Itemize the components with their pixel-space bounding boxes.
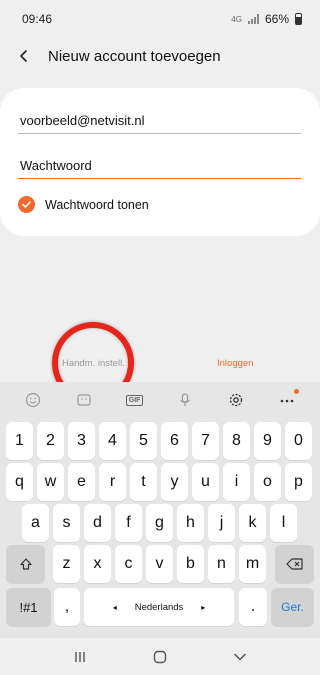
keyboard-row-top: qwertyuiop	[0, 463, 320, 501]
key-j[interactable]: j	[208, 504, 235, 542]
space-left-arrow: ◂	[112, 602, 117, 612]
page-title: Nieuw account toevoegen	[48, 47, 221, 65]
key-z[interactable]: z	[53, 545, 80, 583]
key-d[interactable]: d	[84, 504, 111, 542]
key-u[interactable]: u	[192, 463, 219, 501]
enter-key[interactable]: Ger.	[271, 588, 314, 626]
notification-dot	[293, 389, 299, 394]
gif-label: GIF	[125, 394, 144, 406]
key-7[interactable]: 7	[192, 422, 219, 460]
recent-apps-icon	[75, 651, 85, 662]
key-e[interactable]: e	[68, 463, 95, 501]
navigation-bar	[0, 638, 320, 675]
key-a[interactable]: a	[22, 504, 49, 542]
key-k[interactable]: k	[239, 504, 266, 542]
keyboard-toolbar: GIF	[0, 382, 320, 418]
home-icon	[153, 650, 167, 663]
home-button[interactable]	[140, 642, 180, 672]
key-9[interactable]: 9	[254, 422, 281, 460]
key-m[interactable]: m	[239, 545, 266, 583]
shift-key[interactable]	[6, 545, 45, 583]
key-h[interactable]: h	[177, 504, 204, 542]
keyboard-row-middle: asdfghjkl	[0, 504, 320, 542]
app-header: Nieuw account toevoegen	[0, 38, 320, 74]
keyboard: GIF 1234567890 qwertyuiop asdfghjkl zxcv…	[0, 382, 320, 638]
shift-icon	[19, 558, 32, 570]
keyboard-row-space: !#1 , ◂ Nederlands ▸ . Ger.	[0, 588, 320, 626]
battery-percent: 66%	[264, 12, 289, 26]
backspace-key[interactable]	[275, 545, 314, 583]
keyboard-row-numbers: 1234567890	[0, 422, 320, 460]
key-w[interactable]: w	[37, 463, 64, 501]
key-5[interactable]: 5	[130, 422, 157, 460]
sticker-icon[interactable]	[70, 386, 98, 414]
bottom-actions: Handm. instell. Inloggen	[0, 352, 320, 378]
backspace-icon	[285, 558, 303, 570]
more-icon[interactable]	[273, 386, 301, 414]
checkbox-checked-icon[interactable]	[18, 196, 35, 213]
key-x[interactable]: x	[84, 545, 111, 583]
space-language-label: Nederlands	[134, 601, 184, 613]
key-c[interactable]: c	[115, 545, 142, 583]
back-nav-button[interactable]	[220, 642, 260, 672]
chevron-down-icon	[234, 653, 246, 660]
symbols-key[interactable]: !#1	[6, 588, 51, 626]
status-time: 09:46	[22, 12, 53, 26]
key-o[interactable]: o	[254, 463, 281, 501]
key-4[interactable]: 4	[99, 422, 126, 460]
show-password-toggle[interactable]: Wachtwoord tonen	[18, 196, 149, 213]
manual-setup-button[interactable]: Handm. instell.	[62, 358, 125, 369]
key-g[interactable]: g	[146, 504, 173, 542]
key-f[interactable]: f	[115, 504, 142, 542]
key-0[interactable]: 0	[285, 422, 312, 460]
password-field[interactable]	[18, 153, 301, 179]
key-t[interactable]: t	[130, 463, 157, 501]
signal-icon	[247, 14, 259, 24]
key-2[interactable]: 2	[37, 422, 64, 460]
comma-key[interactable]: ,	[54, 588, 80, 626]
key-i[interactable]: i	[223, 463, 250, 501]
space-right-arrow: ▸	[201, 602, 206, 612]
microphone-icon[interactable]	[171, 386, 199, 414]
show-password-label: Wachtwoord tonen	[45, 197, 149, 212]
key-8[interactable]: 8	[223, 422, 250, 460]
keyboard-row-bottom: zxcvbnm	[0, 545, 320, 583]
space-key[interactable]: ◂ Nederlands ▸	[84, 588, 234, 626]
network-label: 4G	[231, 14, 242, 24]
chevron-left-icon	[20, 50, 27, 62]
key-r[interactable]: r	[99, 463, 126, 501]
login-button[interactable]: Inloggen	[217, 358, 253, 369]
battery-icon	[295, 13, 302, 25]
key-1[interactable]: 1	[6, 422, 33, 460]
key-q[interactable]: q	[6, 463, 33, 501]
gif-icon[interactable]: GIF	[121, 386, 149, 414]
status-icons: 4G 66%	[231, 12, 302, 26]
key-l[interactable]: l	[270, 504, 297, 542]
email-field[interactable]	[18, 108, 301, 134]
recent-apps-button[interactable]	[60, 642, 100, 672]
key-3[interactable]: 3	[68, 422, 95, 460]
key-y[interactable]: y	[161, 463, 188, 501]
smiley-icon[interactable]	[19, 386, 47, 414]
key-p[interactable]: p	[285, 463, 312, 501]
key-6[interactable]: 6	[161, 422, 188, 460]
gear-icon[interactable]	[222, 386, 250, 414]
key-b[interactable]: b	[177, 545, 204, 583]
key-n[interactable]: n	[208, 545, 235, 583]
key-v[interactable]: v	[146, 545, 173, 583]
key-s[interactable]: s	[53, 504, 80, 542]
status-bar: 09:46 4G 66%	[0, 0, 320, 38]
period-key[interactable]: .	[239, 588, 267, 626]
back-button[interactable]	[0, 38, 48, 74]
